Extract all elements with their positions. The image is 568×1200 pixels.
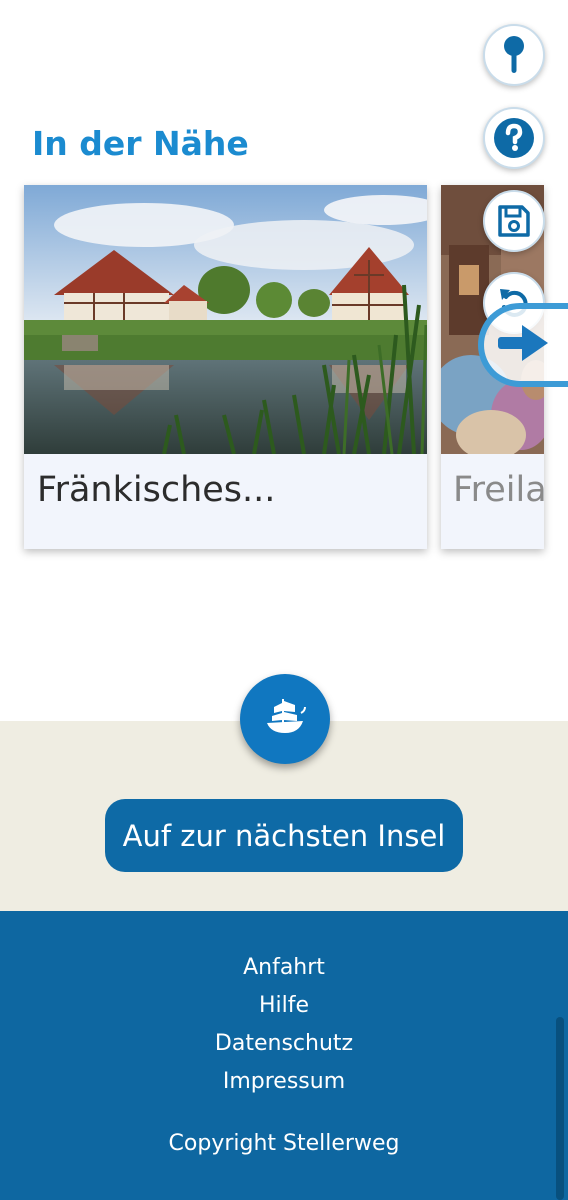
save-icon (496, 203, 532, 239)
copyright: Copyright Stellerweg (168, 1131, 400, 1156)
next-button[interactable] (478, 303, 568, 387)
map-pin-icon (499, 35, 529, 75)
ship-button[interactable] (240, 674, 330, 764)
help-button[interactable] (483, 107, 545, 169)
next-island-button[interactable]: Auf zur nächsten Insel (105, 799, 463, 872)
map-pin-button[interactable] (483, 24, 545, 86)
card-title: Fränkisches... (37, 470, 276, 510)
section-title: In der Nähe (32, 124, 249, 163)
save-button[interactable] (483, 190, 545, 252)
footer-link-datenschutz[interactable]: Datenschutz (0, 1031, 568, 1056)
footer-link-hilfe[interactable]: Hilfe (0, 993, 568, 1018)
scrollbar[interactable] (556, 1017, 564, 1200)
footer-link-impressum[interactable]: Impressum (0, 1069, 568, 1094)
ship-icon (263, 695, 307, 743)
footer-link-anfahrt[interactable]: Anfahrt (0, 955, 568, 980)
help-icon (493, 117, 535, 159)
nearby-card[interactable]: Fränkisches... (24, 185, 427, 549)
card-title: Freilar (453, 470, 544, 510)
arrow-right-icon (498, 323, 550, 367)
card-image (24, 185, 427, 454)
